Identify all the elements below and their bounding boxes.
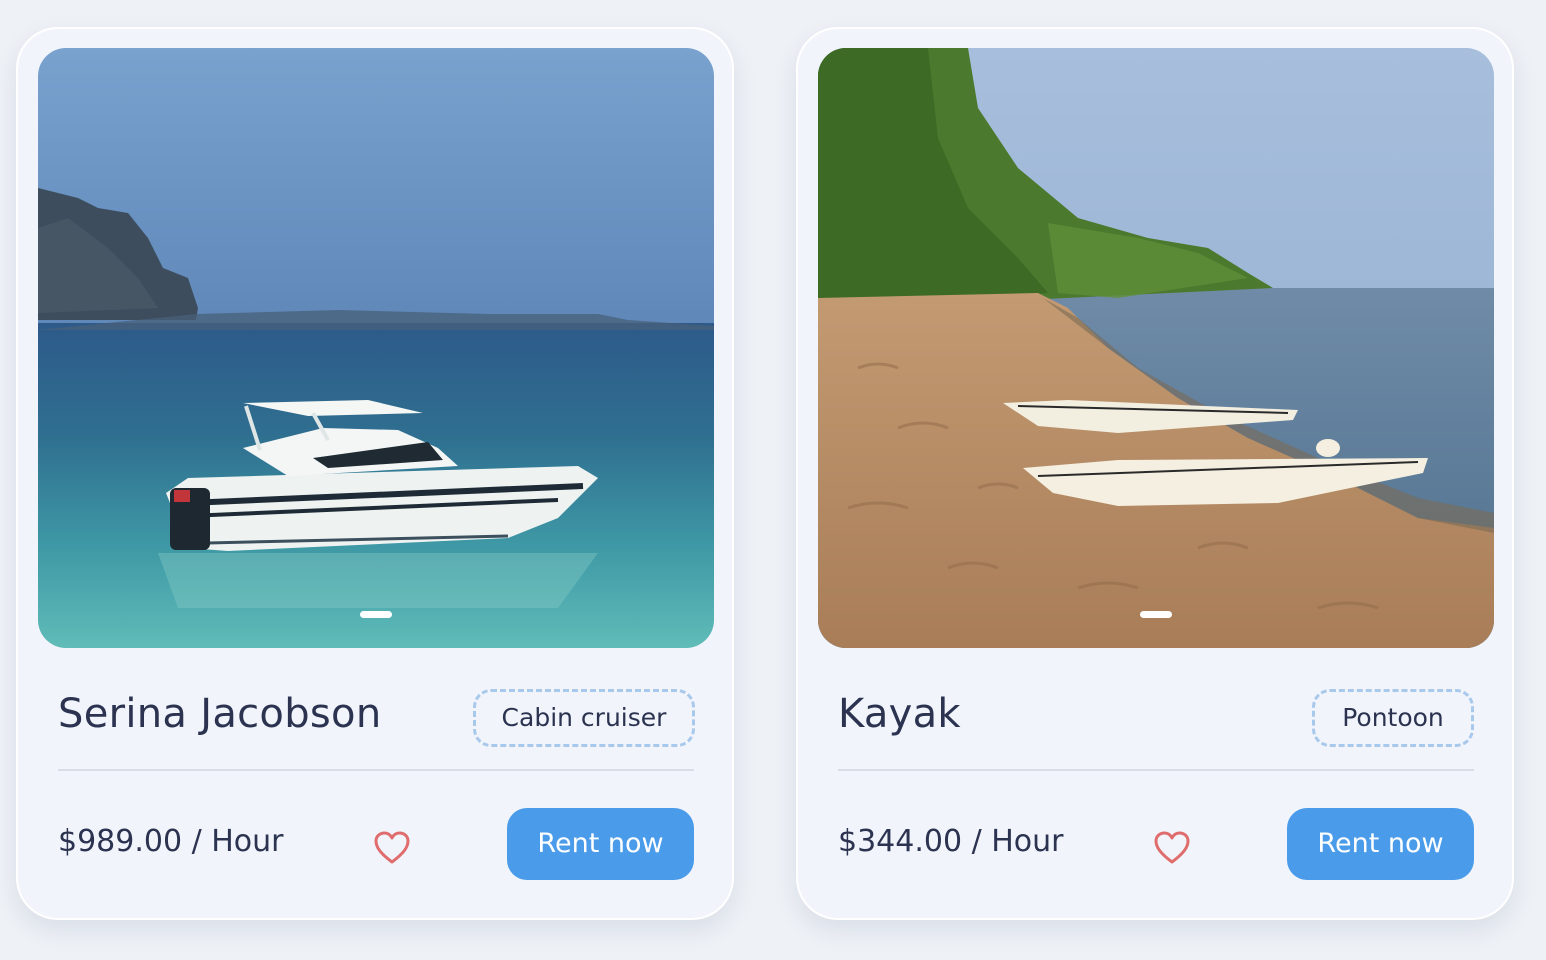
carousel-indicator[interactable] bbox=[360, 611, 392, 618]
divider bbox=[838, 769, 1474, 771]
rent-now-button[interactable]: Rent now bbox=[1287, 808, 1474, 880]
rent-now-button[interactable]: Rent now bbox=[507, 808, 694, 880]
category-tag: Cabin cruiser bbox=[473, 689, 695, 747]
category-tag: Pontoon bbox=[1312, 689, 1474, 747]
heart-icon[interactable] bbox=[374, 831, 410, 865]
divider bbox=[58, 769, 694, 771]
product-title: Kayak bbox=[838, 691, 961, 737]
product-card: Serina Jacobson Cabin cruiser $989.00 / … bbox=[16, 27, 734, 920]
kayak-image bbox=[818, 48, 1494, 648]
kayak-photo[interactable] bbox=[818, 48, 1494, 648]
carousel-indicator[interactable] bbox=[1140, 611, 1172, 618]
product-card: Kayak Pontoon $344.00 / Hour Rent now bbox=[796, 27, 1514, 920]
price-label: $344.00 / Hour bbox=[838, 824, 1064, 859]
heart-icon[interactable] bbox=[1154, 831, 1190, 865]
boat-photo[interactable] bbox=[38, 48, 714, 648]
price-label: $989.00 / Hour bbox=[58, 824, 284, 859]
boat-image bbox=[38, 48, 714, 648]
product-title: Serina Jacobson bbox=[58, 691, 382, 737]
